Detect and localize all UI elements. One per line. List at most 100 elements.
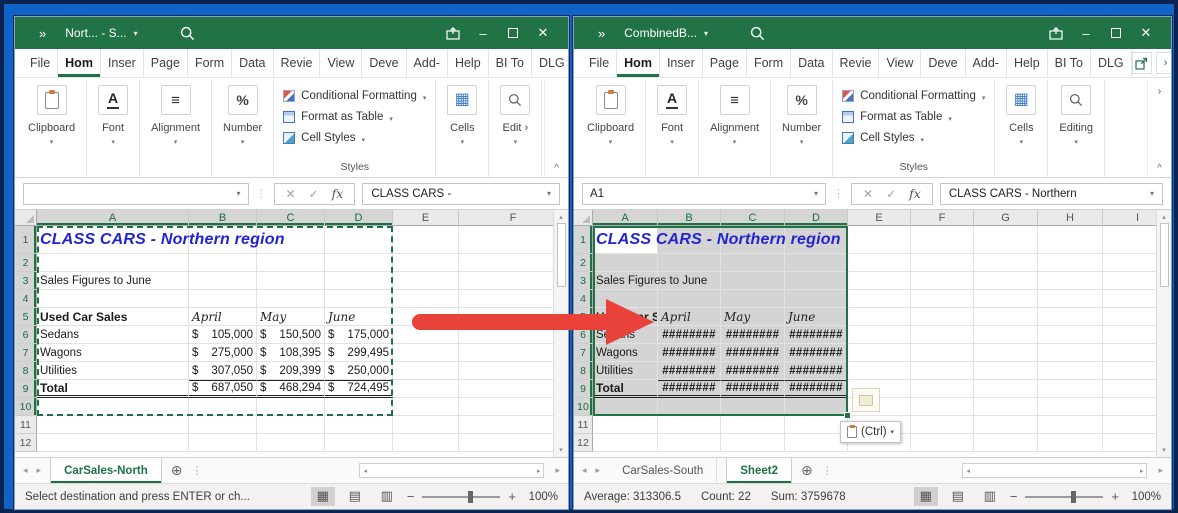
cell-C4[interactable] [721,290,785,308]
vertical-scrollbar[interactable]: ▴▾ [553,210,568,457]
search-icon[interactable] [750,26,765,41]
ribbon-group-font[interactable]: A Font ▾ [646,80,699,177]
sheet-nav-left-icon[interactable]: ◂ [582,465,587,476]
quick-access-overflow-icon[interactable]: » [39,26,47,41]
cell-F3[interactable] [911,272,974,290]
row-header-10[interactable]: 10 [574,398,593,416]
row-header-11[interactable]: 11 [15,416,37,434]
horizontal-scrollbar[interactable]: ◂ ▸ [962,463,1147,478]
maximize-button[interactable] [498,17,528,49]
cell-A7[interactable]: Wagons [37,344,189,362]
cell-D5[interactable]: June [785,308,848,326]
cell-B7[interactable]: $275,000 [189,344,257,362]
column-header-H[interactable]: H [1038,210,1103,226]
cell-D2[interactable] [325,254,393,272]
cell-A1[interactable]: CLASS CARS - Northern region [37,226,189,254]
cell-E2[interactable] [393,254,459,272]
zoom-out-button[interactable]: − [1010,489,1018,504]
cell-C8[interactable]: ######## [721,362,785,380]
zoom-slider[interactable] [1025,496,1103,498]
cell-B9[interactable]: $687,050 [189,380,257,398]
ribbon-group-number[interactable]: % Number ▾ [771,80,833,177]
select-all-corner[interactable] [15,210,37,226]
insert-function-icon[interactable]: fx [909,186,921,201]
cell-D8[interactable]: ######## [785,362,848,380]
cell-G10[interactable] [974,398,1038,416]
insert-function-icon[interactable]: fx [332,186,344,201]
cell-F6[interactable] [911,326,974,344]
scroll-right-icon[interactable]: ▸ [537,467,541,475]
row-header-11[interactable]: 11 [574,416,593,434]
cell-C5[interactable]: May [257,308,325,326]
menu-tab-hom[interactable]: Hom [58,49,101,77]
cell-D11[interactable] [325,416,393,434]
cell-A12[interactable] [593,434,658,452]
cell-D12[interactable] [325,434,393,452]
column-header-D[interactable]: D [325,210,393,226]
ribbon-group-clipboard[interactable]: Clipboard ▾ [576,80,646,177]
cell-F1[interactable] [459,226,568,254]
column-header-E[interactable]: E [393,210,459,226]
cell-F11[interactable] [911,416,974,434]
cell-A9[interactable]: Total [37,380,189,398]
cell-E4[interactable] [848,290,911,308]
title-dropdown-icon[interactable]: ▾ [704,29,708,38]
column-header-C[interactable]: C [257,210,325,226]
menu-tab-inser[interactable]: Inser [660,49,703,77]
row-header-7[interactable]: 7 [574,344,593,362]
cell-D9[interactable]: ######## [785,380,848,398]
cell-D10[interactable] [325,398,393,416]
cell-H1[interactable] [1038,226,1103,254]
cell-B11[interactable] [658,416,721,434]
cell-G5[interactable] [974,308,1038,326]
page-layout-view-button[interactable]: ▤ [343,487,367,506]
normal-view-button[interactable]: ▦ [914,487,938,506]
close-button[interactable]: ✕ [528,17,558,49]
cell-E3[interactable] [848,272,911,290]
menu-tab-add-[interactable]: Add- [407,49,448,77]
cell-G11[interactable] [974,416,1038,434]
cell-D5[interactable]: June [325,308,393,326]
name-box[interactable]: ▾ [23,183,249,205]
cell-F8[interactable] [911,362,974,380]
cell-A10[interactable] [593,398,658,416]
window-title-area[interactable]: Nort... - S... ▾ [65,26,137,40]
cell-A3[interactable]: Sales Figures to June [37,272,189,290]
ribbon-display-options-icon[interactable] [1041,17,1071,49]
cell-A8[interactable]: Utilities [37,362,189,380]
ribbon-group-editing[interactable]: Edit › ▾ [489,80,542,177]
cell-F4[interactable] [911,290,974,308]
formula-bar[interactable]: CLASS CARS - Northern ▾ [940,183,1163,205]
cell-H7[interactable] [1038,344,1103,362]
cell-C12[interactable] [721,434,785,452]
row-header-8[interactable]: 8 [574,362,593,380]
enter-icon[interactable]: ✓ [886,187,896,201]
cell-A12[interactable] [37,434,189,452]
cell-E7[interactable] [393,344,459,362]
cell-D11[interactable] [785,416,848,434]
column-header-A[interactable]: A [593,210,658,226]
menu-tab-inser[interactable]: Inser [101,49,144,77]
row-header-5[interactable]: 5 [15,308,37,326]
scroll-right-button[interactable]: ▸ [555,465,560,476]
comments-overflow-button[interactable]: › [1156,52,1172,74]
sheet-nav-left-icon[interactable]: ◂ [23,465,28,476]
cell-A11[interactable] [37,416,189,434]
cell-H6[interactable] [1038,326,1103,344]
zoom-slider-handle[interactable] [468,491,473,503]
cell-A8[interactable]: Utilities [593,362,658,380]
cell-A4[interactable] [593,290,658,308]
row-header-12[interactable]: 12 [574,434,593,452]
cell-A1[interactable]: CLASS CARS - Northern region [593,226,658,254]
cell-H3[interactable] [1038,272,1103,290]
row-header-9[interactable]: 9 [574,380,593,398]
cell-G8[interactable] [974,362,1038,380]
cell-C10[interactable] [257,398,325,416]
cell-A4[interactable] [37,290,189,308]
scroll-left-icon[interactable]: ◂ [966,467,970,475]
cell-G4[interactable] [974,290,1038,308]
cell-H5[interactable] [1038,308,1103,326]
zoom-level[interactable]: 100% [524,491,558,503]
cell-C7[interactable]: ######## [721,344,785,362]
cell-D7[interactable]: $299,495 [325,344,393,362]
